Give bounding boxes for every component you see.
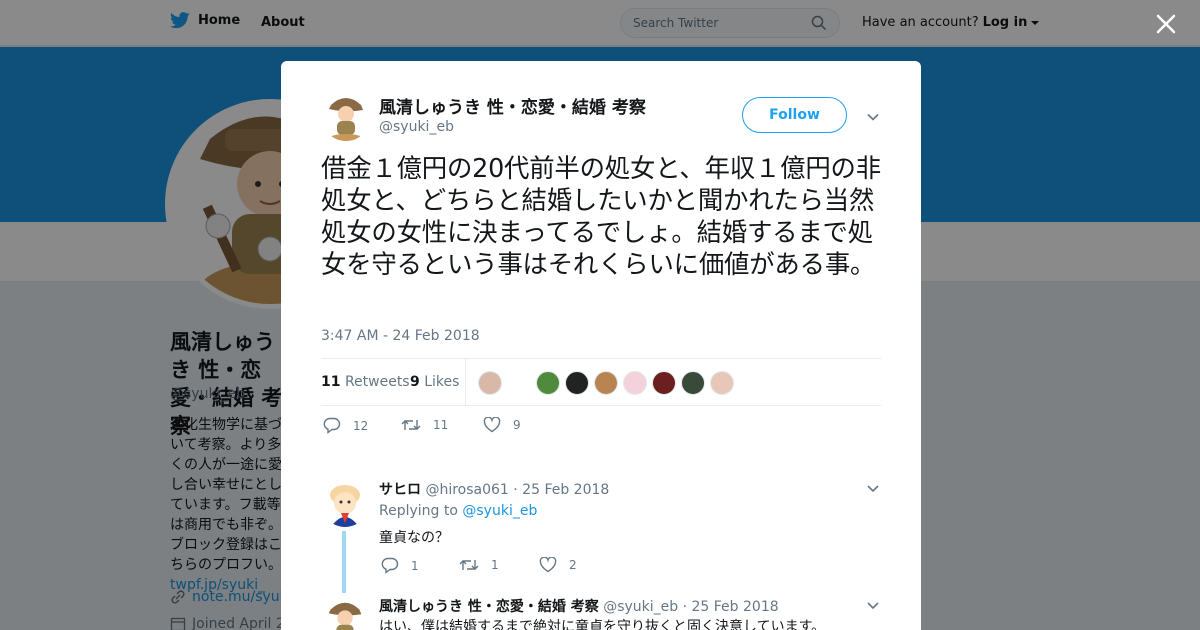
retweets-count: 11 — [321, 374, 341, 390]
liker-avatar[interactable] — [594, 371, 618, 395]
replying-prefix: Replying to — [379, 503, 458, 519]
author-handle[interactable]: @syuki_eb — [379, 119, 454, 135]
tweet-timestamp[interactable]: 3:47 AM - 24 Feb 2018 — [321, 328, 480, 344]
author-avatar[interactable] — [321, 91, 371, 141]
reply-author-handle[interactable]: @hirosa061 — [425, 482, 508, 498]
retweet-count: 11 — [433, 418, 449, 432]
reply-author-avatar[interactable] — [321, 479, 369, 527]
liker-avatar[interactable] — [681, 371, 705, 395]
reply-tweet[interactable]: 風清しゅうき 性・恋愛・結婚 考察 @syuki_eb · 25 Feb 201… — [321, 596, 881, 630]
heart-icon — [483, 417, 501, 433]
reply-meta: サヒロ @hirosa061 · 25 Feb 2018 — [379, 479, 609, 499]
liker-avatar[interactable] — [536, 371, 560, 395]
reply-author-handle[interactable]: @syuki_eb — [603, 599, 678, 615]
chevron-down-icon[interactable] — [865, 109, 881, 125]
reply-date[interactable]: · 25 Feb 2018 — [513, 482, 609, 498]
liker-avatar[interactable] — [565, 371, 589, 395]
retweet-action[interactable]: 11 — [401, 417, 448, 433]
reply-meta: 風清しゅうき 性・恋愛・結婚 考察 @syuki_eb · 25 Feb 201… — [379, 596, 779, 616]
close-icon[interactable] — [1153, 11, 1179, 37]
retweets-label: Retweets — [344, 374, 410, 390]
reply-author-avatar[interactable] — [321, 596, 369, 630]
like-count: 9 — [513, 418, 521, 432]
liker-avatar[interactable] — [652, 371, 676, 395]
tweet-header: 風清しゅうき 性・恋愛・結婚 考察 @syuki_eb Follow — [321, 91, 881, 141]
retweet-icon — [459, 560, 479, 570]
likes-label: Likes — [424, 374, 460, 390]
replying-to-handle[interactable]: @syuki_eb — [462, 503, 537, 519]
tweet-stats: 11 Retweets 9 Likes — [321, 358, 881, 406]
reply-actions: 1 1 2 — [379, 557, 679, 577]
heart-icon — [539, 557, 557, 573]
tweet-modal: 風清しゅうき 性・恋愛・結婚 考察 @syuki_eb Follow 借金１億円… — [281, 61, 921, 630]
likes-count: 9 — [410, 374, 420, 390]
chevron-down-icon[interactable] — [866, 481, 880, 495]
reply-icon — [381, 557, 399, 574]
chevron-down-icon[interactable] — [866, 598, 880, 612]
reply-author-name[interactable]: 風清しゅうき 性・恋愛・結婚 考察 — [379, 599, 599, 615]
reply-text: 童貞なの？ — [379, 530, 449, 546]
stats-divider — [465, 359, 466, 406]
reply-action[interactable]: 1 — [381, 557, 419, 574]
retweets-stat[interactable]: 11 Retweets — [321, 374, 410, 390]
like-action[interactable]: 2 — [539, 557, 577, 573]
reply-count: 12 — [353, 418, 369, 433]
retweet-icon — [401, 420, 421, 430]
retweet-action[interactable]: 1 — [459, 557, 499, 573]
replying-to: Replying to @syuki_eb — [379, 503, 537, 519]
author-name[interactable]: 風清しゅうき 性・恋愛・結婚 考察 — [379, 93, 646, 118]
reply-author-name[interactable]: サヒロ — [379, 482, 421, 498]
tweet-text: 借金１億円の20代前半の処女と、年収１億円の非処女と、どちらと結婚したいかと聞か… — [321, 153, 881, 279]
tweet-actions: 12 11 9 — [321, 417, 621, 437]
likes-stat[interactable]: 9 Likes — [410, 374, 459, 390]
retweet-count: 1 — [491, 558, 499, 572]
reply-action[interactable]: 12 — [323, 417, 368, 434]
reply-tweet[interactable]: サヒロ @hirosa061 · 25 Feb 2018 Replying to… — [321, 479, 881, 579]
reply-date[interactable]: · 25 Feb 2018 — [683, 599, 779, 615]
reply-text: はい、僕は結婚するまで絶対に童貞を守り抜くと固く決意しています。 — [379, 619, 826, 630]
thread-line — [342, 531, 346, 593]
like-count: 2 — [569, 558, 577, 572]
reply-count: 1 — [411, 558, 419, 573]
liker-avatar[interactable] — [478, 371, 502, 395]
liker-avatar[interactable] — [710, 371, 734, 395]
like-action[interactable]: 9 — [483, 417, 521, 433]
reply-icon — [323, 417, 341, 434]
liker-avatar[interactable] — [623, 371, 647, 395]
follow-button[interactable]: Follow — [742, 97, 847, 133]
